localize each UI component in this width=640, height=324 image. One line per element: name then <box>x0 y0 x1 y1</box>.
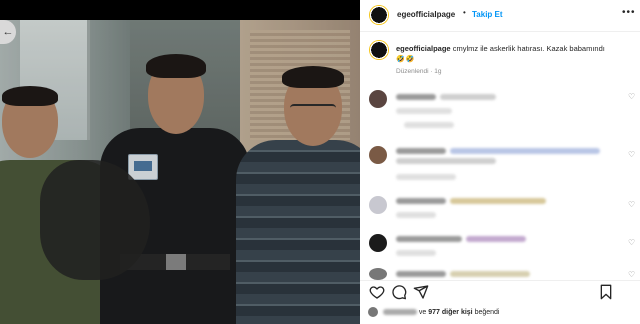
avatar[interactable] <box>369 5 389 25</box>
comment-meta-blurred <box>396 212 436 218</box>
caption-avatar[interactable] <box>369 40 389 60</box>
comment-like-icon[interactable]: ♡ <box>628 200 635 209</box>
comment-avatar[interactable] <box>369 196 387 214</box>
comment-meta-blurred <box>396 108 452 114</box>
post-modal: ← egeofficialpage • Takip Et ••• egeoffi… <box>0 0 640 324</box>
post-photo[interactable] <box>0 20 360 324</box>
comment-item: ♡ <box>360 194 640 224</box>
liker-avatar[interactable] <box>368 307 378 317</box>
comment-username-blurred <box>396 271 446 277</box>
caption-username[interactable]: egeofficialpage <box>396 44 451 53</box>
edited-timestamp: Düzenlendi · 1g <box>396 68 442 75</box>
comment-username-blurred <box>396 236 462 242</box>
likes-summary: ve 977 diğer kişi beğendi <box>368 307 500 319</box>
likes-suffix: beğendi <box>474 308 500 316</box>
caption-text: egeofficialpage cmylmz ile askerlik hatı… <box>396 44 632 54</box>
comment-avatar[interactable] <box>369 146 387 164</box>
comment-avatar[interactable] <box>369 234 387 252</box>
liker-username-blurred[interactable] <box>382 309 417 315</box>
comment-like-icon[interactable]: ♡ <box>628 150 635 159</box>
comment-icon[interactable] <box>391 284 407 300</box>
comment-username-blurred <box>396 148 446 154</box>
heart-icon[interactable] <box>369 284 385 300</box>
comment-text-blurred <box>440 94 496 100</box>
caption-body: cmylmz ile askerlik hatırası. Kazak baba… <box>452 44 605 53</box>
comment-meta-blurred <box>396 174 456 180</box>
comment-like-icon[interactable]: ♡ <box>628 92 635 101</box>
comment-item: ♡ <box>360 232 640 262</box>
bookmark-icon[interactable] <box>598 284 614 300</box>
comment-text-blurred <box>466 236 526 242</box>
comment-text-blurred <box>450 271 530 277</box>
comment-text-blurred-2 <box>396 158 496 164</box>
comment-username-blurred <box>396 198 446 204</box>
post-header: egeofficialpage • Takip Et ••• <box>360 0 640 32</box>
more-options-icon[interactable]: ••• <box>622 7 636 18</box>
follow-button[interactable]: Takip Et <box>472 10 503 19</box>
comment-item: ♡ <box>360 144 640 184</box>
comment-username-blurred <box>396 94 436 100</box>
separator-dot: • <box>463 8 466 17</box>
top-bar <box>0 0 360 20</box>
comment-like-icon[interactable]: ♡ <box>628 270 635 279</box>
comment-like-icon[interactable]: ♡ <box>628 238 635 247</box>
likes-separator: ve <box>418 308 427 316</box>
comment-text-blurred <box>450 198 546 204</box>
header-username[interactable]: egeofficialpage <box>397 10 455 19</box>
comment-meta-blurred <box>396 250 436 256</box>
arrow-left-icon: ← <box>2 26 14 38</box>
comment-item: ♡ <box>360 88 640 134</box>
replies-toggle-blurred[interactable] <box>404 122 454 128</box>
comment-avatar[interactable] <box>369 268 387 280</box>
caption-emoji: 🤣🤣 <box>396 56 416 63</box>
comment-text-blurred <box>450 148 600 154</box>
photo-shade <box>0 20 360 324</box>
comment-avatar[interactable] <box>369 90 387 108</box>
likes-count[interactable]: 977 diğer kişi <box>428 309 472 316</box>
comment-item: ♡ <box>360 268 640 280</box>
share-icon[interactable] <box>413 284 429 300</box>
post-side-panel: egeofficialpage • Takip Et ••• egeoffici… <box>360 0 640 324</box>
